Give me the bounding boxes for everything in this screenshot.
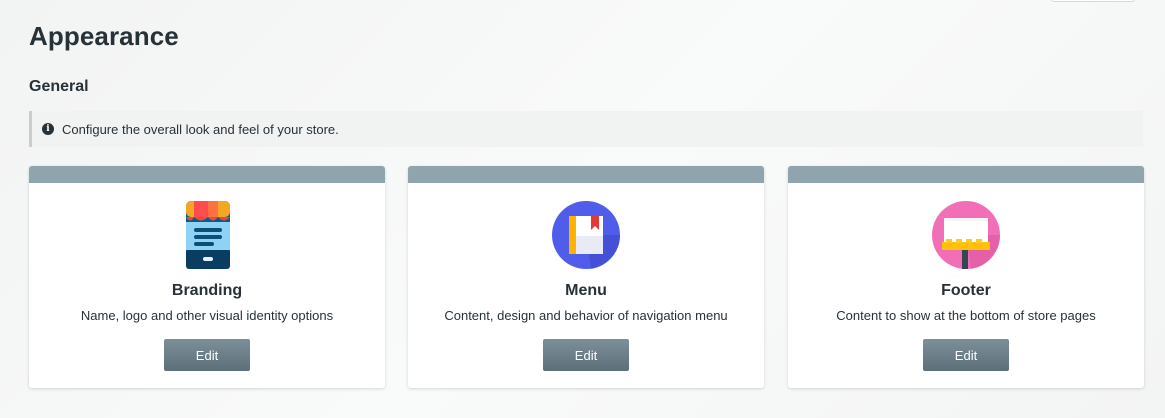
card-header — [29, 166, 385, 183]
edit-footer-button[interactable]: Edit — [923, 339, 1009, 371]
card-header — [408, 166, 764, 183]
card-menu: Menu Content, design and behavior of nav… — [408, 166, 764, 388]
edit-menu-button[interactable]: Edit — [543, 339, 629, 371]
edit-branding-button[interactable]: Edit — [164, 339, 250, 371]
card-footer: Footer Content to show at the bottom of … — [788, 166, 1144, 388]
card-branding: Branding Name, logo and other visual ide… — [29, 166, 385, 388]
info-text: Configure the overall look and feel of y… — [62, 121, 339, 137]
info-circle-icon: i — [42, 123, 54, 135]
card-title: Menu — [565, 282, 607, 299]
billboard-icon — [932, 201, 1001, 269]
info-bar: i Configure the overall look and feel of… — [29, 111, 1143, 147]
section-title: General — [29, 78, 89, 95]
card-title: Footer — [941, 282, 991, 299]
book-menu-icon — [552, 201, 621, 269]
card-description: Content to show at the bottom of store p… — [836, 308, 1096, 323]
card-header — [788, 166, 1144, 183]
card-description: Name, logo and other visual identity opt… — [80, 308, 334, 323]
page-title: Appearance — [29, 21, 179, 51]
card-description: Content, design and behavior of navigati… — [444, 308, 728, 323]
storefront-icon — [186, 201, 230, 269]
top-button-edge[interactable] — [1051, 0, 1135, 2]
card-title: Branding — [171, 282, 243, 299]
